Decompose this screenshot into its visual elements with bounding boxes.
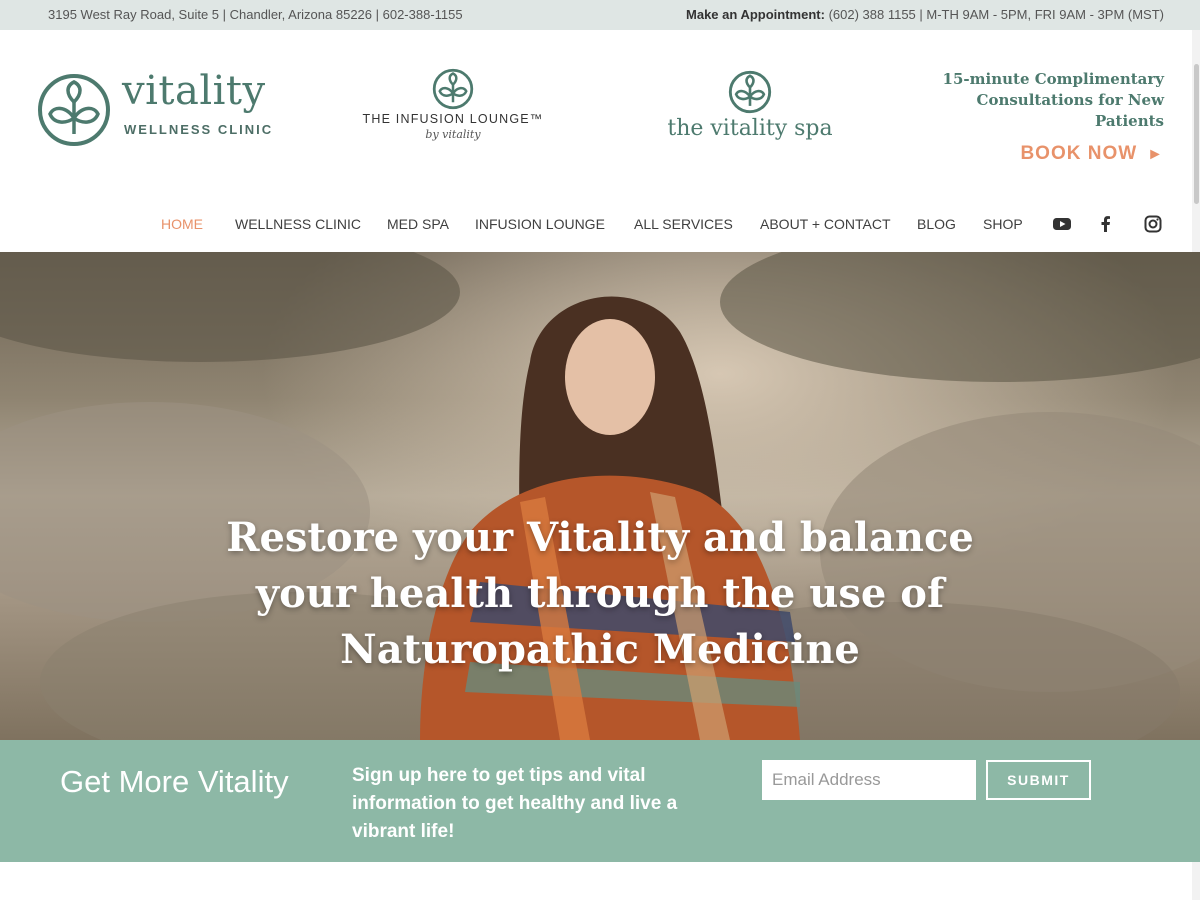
- leaf-emblem-icon: [432, 68, 474, 110]
- infusion-logo-name: THE INFUSION LOUNGE™: [362, 112, 544, 126]
- main-navigation: HOME WELLNESS CLINIC MED SPA INFUSION LO…: [0, 210, 1200, 240]
- submit-button[interactable]: SUBMIT: [986, 760, 1091, 800]
- vitality-wellness-logo[interactable]: vitality WELLNESS CLINIC: [36, 68, 276, 150]
- signup-title: Get More Vitality: [60, 764, 289, 799]
- appointment-details: (602) 388 1155 | M-TH 9AM - 5PM, FRI 9AM…: [828, 7, 1164, 22]
- newsletter-signup: Get More Vitality Sign up here to get ti…: [0, 740, 1200, 862]
- signup-description: Sign up here to get tips and vital infor…: [352, 765, 678, 842]
- appointment-label: Make an Appointment:: [686, 7, 825, 22]
- nav-item-infusion-lounge[interactable]: INFUSION LOUNGE: [475, 216, 605, 232]
- nav-item-home[interactable]: HOME: [161, 216, 203, 232]
- clinic-logo-word: vitality: [122, 68, 266, 114]
- nav-item-blog[interactable]: BLOG: [917, 216, 956, 232]
- leaf-emblem-icon: [728, 70, 772, 114]
- youtube-icon[interactable]: [1052, 214, 1072, 234]
- book-now-label: BOOK NOW: [1020, 143, 1138, 164]
- address-text: 3195 West Ray Road, Suite 5 | Chandler, …: [48, 7, 463, 22]
- play-arrow-icon: ►: [1147, 146, 1164, 163]
- book-now-button[interactable]: BOOK NOW ►: [1020, 143, 1164, 165]
- scrollbar-thumb[interactable]: [1194, 64, 1199, 204]
- instagram-icon[interactable]: [1143, 214, 1163, 234]
- vitality-spa-logo[interactable]: the vitality spa: [660, 68, 840, 152]
- hero-banner: Restore your Vitality and balance your h…: [0, 252, 1200, 740]
- leaf-emblem-icon: [38, 74, 110, 146]
- spa-logo-name: the vitality spa: [667, 116, 833, 141]
- nav-item-med-spa[interactable]: MED SPA: [387, 216, 449, 232]
- appointment-info: Make an Appointment: (602) 388 1155 | M-…: [686, 7, 1164, 22]
- top-info-bar: 3195 West Ray Road, Suite 5 | Chandler, …: [0, 0, 1200, 30]
- hero-headline: Restore your Vitality and balance your h…: [226, 514, 974, 673]
- nav-item-all-services[interactable]: ALL SERVICES: [634, 216, 733, 232]
- nav-item-wellness-clinic[interactable]: WELLNESS CLINIC: [235, 216, 361, 232]
- nav-item-about-contact[interactable]: ABOUT + CONTACT: [760, 216, 891, 232]
- infusion-lounge-logo[interactable]: THE INFUSION LOUNGE™ by vitality: [358, 68, 548, 152]
- clinic-logo-subtitle: WELLNESS CLINIC: [124, 122, 274, 137]
- facebook-icon[interactable]: [1096, 214, 1116, 234]
- consultation-promo: 15-minute Complimentary Consultations fo…: [942, 70, 1164, 130]
- email-field[interactable]: [762, 760, 976, 800]
- infusion-logo-tagline: by vitality: [425, 128, 481, 141]
- nav-item-shop[interactable]: SHOP: [983, 216, 1023, 232]
